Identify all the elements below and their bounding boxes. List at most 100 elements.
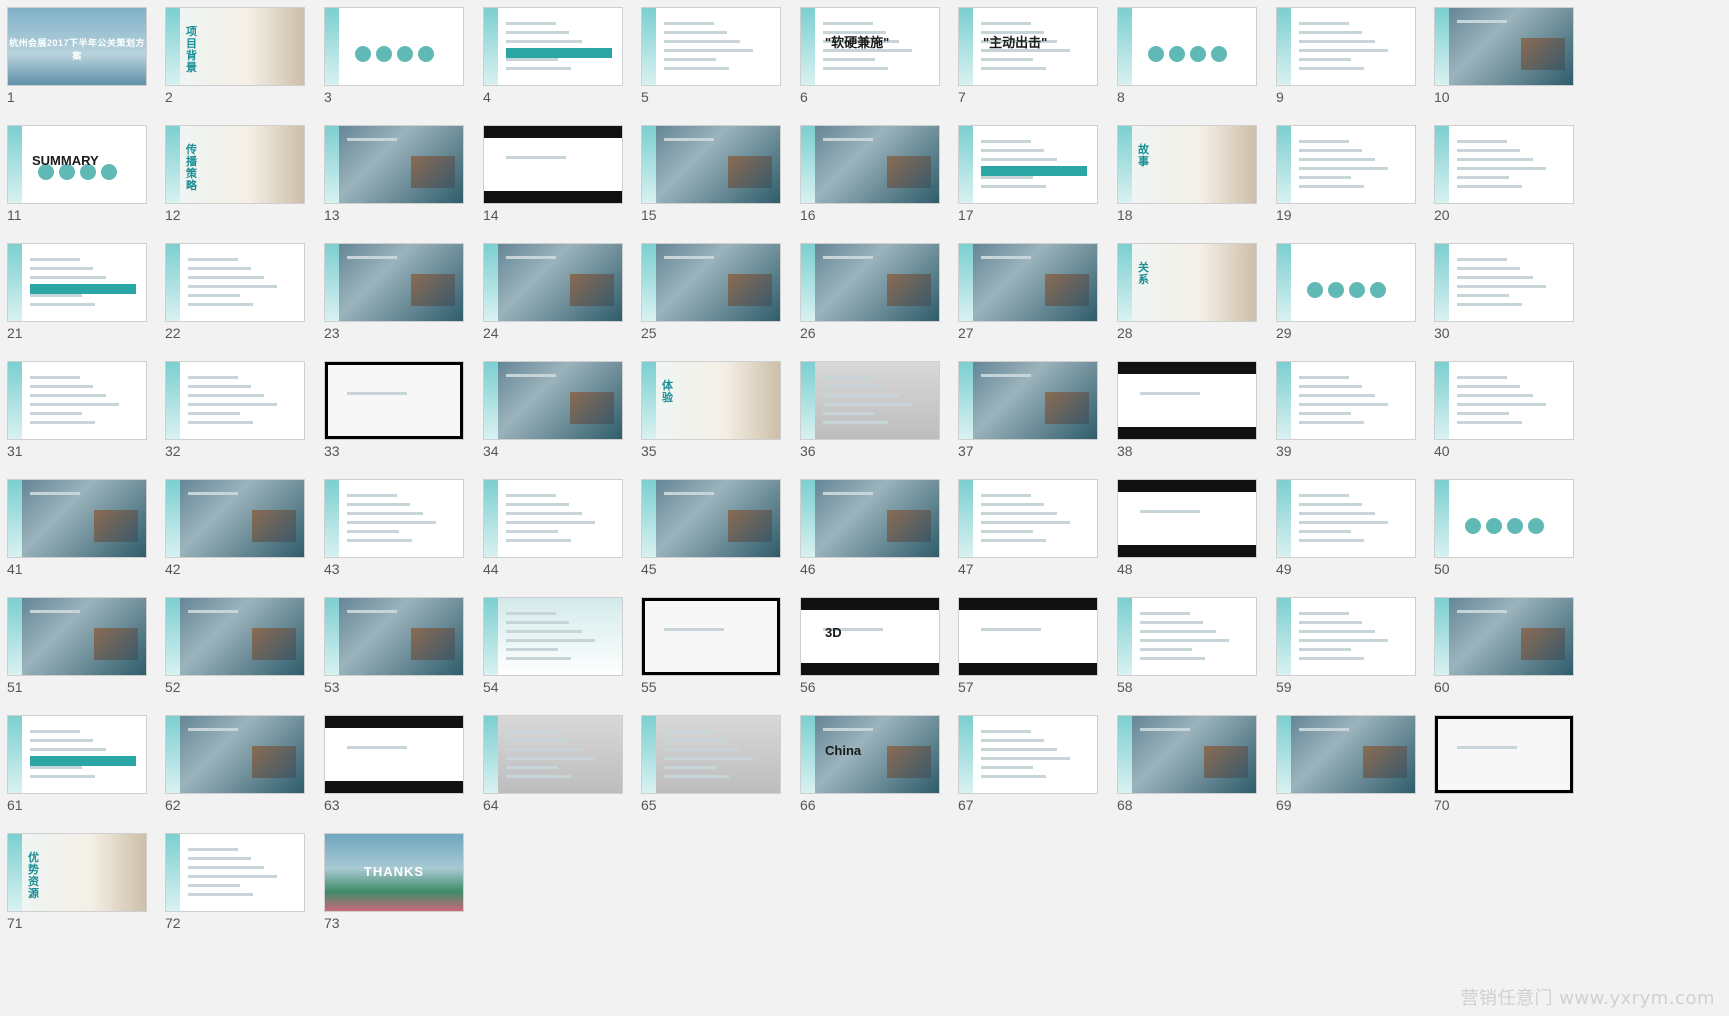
slide-thumbnail-32[interactable]: [165, 361, 305, 440]
slide-thumbnail-44[interactable]: [483, 479, 623, 558]
slide-thumbnail-21[interactable]: [7, 243, 147, 322]
slide-thumbnail-57[interactable]: [958, 597, 1098, 676]
slide-thumbnail-17[interactable]: [958, 125, 1098, 204]
text-line: [506, 648, 558, 651]
slide-thumbnail-29[interactable]: [1276, 243, 1416, 322]
slide-number-label: 57: [958, 679, 974, 695]
slide-left-accent-bar: [484, 598, 498, 675]
text-line: [664, 58, 716, 61]
slide-thumbnail-64[interactable]: [483, 715, 623, 794]
slide-thumbnail-72[interactable]: [165, 833, 305, 912]
slide-thumbnail-34[interactable]: [483, 361, 623, 440]
slide-thumbnail-13[interactable]: [324, 125, 464, 204]
slide-left-accent-bar: [1435, 8, 1449, 85]
text-line: [664, 748, 740, 751]
slide-thumbnail-3[interactable]: [324, 7, 464, 86]
slide-thumbnail-1[interactable]: 杭州会展2017下半年公关策划方案: [7, 7, 147, 86]
slide-thumbnail-10[interactable]: [1434, 7, 1574, 86]
slide-thumbnail-31[interactable]: [7, 361, 147, 440]
slide-thumbnail-25[interactable]: [641, 243, 781, 322]
slide-thumbnail-73[interactable]: THANKS: [324, 833, 464, 912]
slide-left-accent-bar: [801, 716, 815, 793]
slide-left-accent-bar: [1118, 244, 1132, 321]
text-line: [506, 374, 556, 377]
slide-thumbnail-66[interactable]: China: [800, 715, 940, 794]
slide-thumbnail-65[interactable]: [641, 715, 781, 794]
slide-thumbnail-59[interactable]: [1276, 597, 1416, 676]
slide-thumbnail-61[interactable]: [7, 715, 147, 794]
slide-thumbnail-36[interactable]: [800, 361, 940, 440]
circle-icon: [1507, 518, 1523, 534]
slide-thumbnail-71[interactable]: 优势资源: [7, 833, 147, 912]
slide-thumbnail-9[interactable]: [1276, 7, 1416, 86]
slide-photo: [570, 392, 614, 424]
slide-thumbnail-24[interactable]: [483, 243, 623, 322]
slide-thumbnail-6[interactable]: "软硬兼施": [800, 7, 940, 86]
slide-thumbnail-40[interactable]: [1434, 361, 1574, 440]
slide-thumbnail-50[interactable]: [1434, 479, 1574, 558]
slide-thumbnail-33[interactable]: [324, 361, 464, 440]
slide-thumbnail-16[interactable]: [800, 125, 940, 204]
slide-thumbnail-39[interactable]: [1276, 361, 1416, 440]
slide-thumbnail-35[interactable]: 体验: [641, 361, 781, 440]
text-line: [506, 58, 558, 61]
slide-thumbnail-45[interactable]: [641, 479, 781, 558]
slide-thumbnail-60[interactable]: [1434, 597, 1574, 676]
slide-number-label: 53: [324, 679, 340, 695]
slide-thumbnail-5[interactable]: [641, 7, 781, 86]
slide-thumbnail-43[interactable]: [324, 479, 464, 558]
slide-thumbnail-20[interactable]: [1434, 125, 1574, 204]
text-line: [30, 303, 95, 306]
slide-thumbnail-26[interactable]: [800, 243, 940, 322]
slide-thumbnail-27[interactable]: [958, 243, 1098, 322]
slide-thumbnail-11[interactable]: SUMMARY: [7, 125, 147, 204]
slide-thumbnail-15[interactable]: [641, 125, 781, 204]
slide-number-label: 39: [1276, 443, 1292, 459]
slide-thumbnail-55[interactable]: [641, 597, 781, 676]
slide-thumbnail-53[interactable]: [324, 597, 464, 676]
slide-thumbnail-30[interactable]: [1434, 243, 1574, 322]
slide-number-label: 36: [800, 443, 816, 459]
slide-thumbnail-67[interactable]: [958, 715, 1098, 794]
circle-icons-row: [1148, 46, 1238, 64]
slide-thumbnail-51[interactable]: [7, 597, 147, 676]
slide-thumbnail-2[interactable]: 项目背景: [165, 7, 305, 86]
text-line: [1457, 394, 1533, 397]
slide-thumbnail-62[interactable]: [165, 715, 305, 794]
slide-thumbnail-56[interactable]: 3D: [800, 597, 940, 676]
slide-thumbnail-14[interactable]: [483, 125, 623, 204]
slide-content-area: [328, 365, 460, 436]
slide-thumbnail-54[interactable]: [483, 597, 623, 676]
slide-thumbnail-63[interactable]: [324, 715, 464, 794]
slide-thumbnail-28[interactable]: 关系: [1117, 243, 1257, 322]
slide-thumbnail-52[interactable]: [165, 597, 305, 676]
slide-thumbnail-8[interactable]: [1117, 7, 1257, 86]
slide-photo: [411, 156, 455, 188]
text-line: [823, 22, 873, 25]
slide-thumbnail-19[interactable]: [1276, 125, 1416, 204]
slide-left-accent-bar: [1277, 244, 1291, 321]
slide-thumbnail-42[interactable]: [165, 479, 305, 558]
slide-thumbnail-23[interactable]: [324, 243, 464, 322]
slide-thumbnail-22[interactable]: [165, 243, 305, 322]
slide-thumbnail-48[interactable]: [1117, 479, 1257, 558]
slide-thumbnail-47[interactable]: [958, 479, 1098, 558]
text-line: [347, 494, 397, 497]
slide-number-label: 9: [1276, 89, 1284, 105]
slide-thumbnail-37[interactable]: [958, 361, 1098, 440]
slide-thumbnail-41[interactable]: [7, 479, 147, 558]
slide-thumbnail-68[interactable]: [1117, 715, 1257, 794]
slide-thumbnail-58[interactable]: [1117, 597, 1257, 676]
slide-photo: [1045, 392, 1089, 424]
slide-thumbnail-4[interactable]: [483, 7, 623, 86]
slide-thumbnail-69[interactable]: [1276, 715, 1416, 794]
slide-thumbnail-49[interactable]: [1276, 479, 1416, 558]
slide-thumbnail-7[interactable]: "主动出击": [958, 7, 1098, 86]
slide-thumbnail-70[interactable]: [1434, 715, 1574, 794]
slide-thumbnail-12[interactable]: 传播策略: [165, 125, 305, 204]
slide-thumbnail-18[interactable]: 故事: [1117, 125, 1257, 204]
text-line: [1140, 630, 1216, 633]
slide-thumbnail-46[interactable]: [800, 479, 940, 558]
text-line: [506, 639, 595, 642]
slide-thumbnail-38[interactable]: [1117, 361, 1257, 440]
